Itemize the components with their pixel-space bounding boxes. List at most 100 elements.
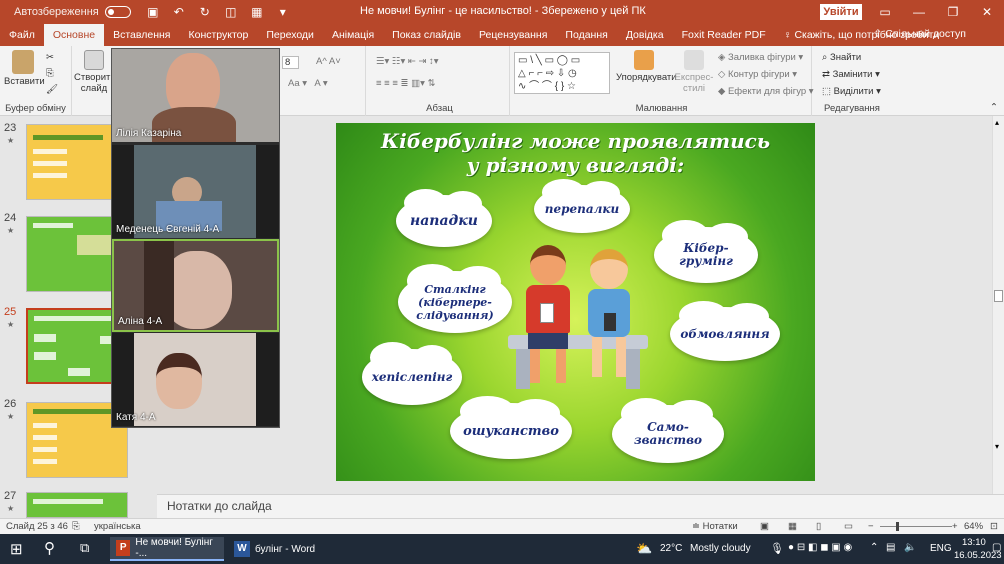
notifications-icon[interactable]: ▢	[992, 542, 1001, 553]
close-icon[interactable]: ✕	[970, 0, 1004, 24]
copy-icon[interactable]: ⎘	[46, 68, 54, 79]
share-button[interactable]: ⇪ Спільний доступ	[874, 28, 966, 40]
tab-animations[interactable]: Анімація	[323, 24, 383, 46]
reading-view-icon[interactable]: ▯	[816, 521, 821, 532]
normal-view-icon[interactable]: ▣	[760, 521, 769, 532]
transition-star-icon: ★	[7, 226, 15, 235]
zoom-slider[interactable]	[880, 526, 952, 527]
font-group: 8 A^ A˅ Aa ▾ A ▾	[280, 46, 366, 116]
slideshow-view-icon[interactable]: ▭	[844, 521, 853, 532]
notes-pane[interactable]: Нотатки до слайда	[157, 494, 1004, 518]
slide-sorter-icon[interactable]: ▦	[788, 521, 797, 532]
tab-design[interactable]: Конструктор	[179, 24, 257, 46]
autosave-toggle[interactable]	[104, 6, 131, 18]
tab-view[interactable]: Подання	[556, 24, 616, 46]
align-icon[interactable]: ≡ ≡ ≡ ≣ ▥▾ ⇅	[376, 78, 436, 89]
tab-foxit[interactable]: Foxit Reader PDF	[673, 24, 775, 46]
shape-fill-button[interactable]: ◈ Заливка фігури ▾	[718, 52, 803, 63]
paragraph-group-label: Абзац	[426, 103, 453, 114]
new-slide-button[interactable]: Створити слайд	[74, 50, 116, 94]
tab-insert[interactable]: Вставлення	[104, 24, 179, 46]
arrange-button[interactable]: Упорядкувати	[616, 50, 677, 83]
drawing-group-label: Малювання	[635, 103, 688, 114]
cloud-cybergrooming: Кібер- грумінг	[654, 220, 758, 283]
transition-star-icon: ★	[7, 412, 15, 421]
slide-counter: Слайд 25 з 46	[6, 521, 68, 532]
cut-icon[interactable]: ✂	[46, 52, 54, 63]
search-icon[interactable]: ⚲	[44, 539, 55, 557]
tab-review[interactable]: Рецензування	[470, 24, 556, 46]
windows-start-icon[interactable]: ⊞	[10, 540, 23, 558]
slide-thumbnail-27[interactable]	[26, 492, 128, 518]
tab-home[interactable]: Основне	[43, 24, 105, 46]
scroll-down-icon[interactable]: ▾	[995, 442, 999, 451]
task-view-icon[interactable]: ⧉	[80, 540, 89, 556]
zoom-in-icon[interactable]: +	[952, 521, 958, 532]
weather-icon[interactable]: ⛅	[636, 541, 652, 557]
participant-video-3[interactable]: Аліна 4-А	[112, 239, 279, 332]
tab-slideshow[interactable]: Показ слайдів	[383, 24, 470, 46]
cloud-impersonation: Само- званство	[612, 398, 724, 463]
collapse-ribbon-icon[interactable]: ⌃	[990, 102, 998, 113]
customize-qat-icon[interactable]: ▾	[275, 5, 291, 19]
scroll-up-icon[interactable]: ▴	[995, 118, 999, 127]
language-indicator[interactable]: українська	[94, 521, 141, 532]
save-icon[interactable]: ▣	[145, 5, 161, 19]
tray-chevron-icon[interactable]: ⌃	[870, 542, 878, 553]
shapes-gallery[interactable]: ▭ \ ╲ ▭ ◯ ▭ △ ⌐ ⌐ ⇨ ⇩ ◷ ∿ ⌒ ⌒ { } ☆	[514, 52, 610, 94]
paste-icon	[12, 50, 34, 74]
editing-group: ⌕ Знайти ⇄ Замінити ▾ ⬚ Виділити ▾ Редаг…	[814, 46, 890, 116]
taskbar-word[interactable]: W булінг - Word	[228, 537, 328, 561]
scroll-thumb[interactable]	[994, 290, 1003, 302]
quick-styles-button[interactable]: Експрес-стилі	[674, 50, 714, 94]
bullets-icon[interactable]: ☰▾ ☷▾ ⇤ ⇥ ↕▾	[376, 56, 439, 67]
paste-button[interactable]: Вставити	[4, 50, 45, 87]
font-size-select[interactable]: 8	[282, 56, 300, 69]
tab-help[interactable]: Довідка	[617, 24, 673, 46]
zoom-level[interactable]: 64%	[964, 521, 983, 532]
tab-transitions[interactable]: Переходи	[257, 24, 323, 46]
notes-toggle[interactable]: ≐ Нотатки	[692, 521, 738, 532]
participant-video-2[interactable]: Меденець Євгеній 4-А	[112, 145, 279, 238]
restore-icon[interactable]: ❐	[936, 0, 970, 24]
tray-app-icons[interactable]: ● ⊟ ◧ ◼ ▣ ◉	[788, 542, 852, 553]
fit-slide-icon[interactable]: ⊡	[990, 521, 998, 532]
slide-scrollbar[interactable]: ▴ ▾	[992, 116, 1004, 494]
present-icon[interactable]: ▦	[249, 5, 265, 19]
grow-font-icon[interactable]: A^ A˅	[316, 56, 341, 67]
find-button[interactable]: ⌕ Знайти	[822, 52, 861, 63]
tab-file[interactable]: Файл	[0, 24, 44, 46]
slideshow-icon[interactable]: ◫	[223, 5, 239, 19]
autosave-label: Автозбереження	[14, 6, 99, 18]
shape-effects-button[interactable]: ◆ Ефекти для фігур ▾	[718, 86, 814, 97]
replace-button[interactable]: ⇄ Замінити ▾	[822, 69, 880, 80]
undo-icon[interactable]: ↶	[171, 5, 187, 19]
weather-description[interactable]: Mostly cloudy	[690, 543, 751, 554]
title-bar: Автозбереження ▣ ↶ ↻ ◫ ▦ ▾ Не мовчи! Бул…	[0, 0, 1004, 24]
clock-time[interactable]: 13:10	[962, 537, 986, 548]
network-icon[interactable]: ▤	[886, 542, 895, 553]
redo-icon[interactable]: ↻	[197, 5, 213, 19]
zoom-slider-thumb[interactable]	[896, 522, 899, 531]
minimize-icon[interactable]: —	[902, 0, 936, 24]
shape-outline-button[interactable]: ◇ Контур фігури ▾	[718, 69, 797, 80]
windows-taskbar: ⊞ ⚲ ⧉ P Не мовчи! Булінг -... W булінг -…	[0, 534, 1004, 564]
format-painter-icon[interactable]: 🖌	[46, 84, 58, 95]
participant-video-1[interactable]: Лілія Казаріна	[112, 49, 279, 142]
participant-video-4[interactable]: Катя 4-А	[112, 333, 279, 426]
ribbon-tabs: Файл Основне Вставлення Конструктор Пере…	[0, 24, 1004, 46]
volume-icon[interactable]: 🔈	[904, 542, 916, 553]
select-button[interactable]: ⬚ Виділити ▾	[822, 86, 881, 97]
zoom-out-icon[interactable]: −	[868, 521, 874, 532]
temperature[interactable]: 22°C	[660, 543, 682, 554]
signin-button[interactable]: Увійти	[820, 4, 862, 20]
input-language[interactable]: ENG	[930, 543, 952, 554]
font-color-icon[interactable]: Aa ▾ A ▾	[288, 78, 328, 89]
ribbon-display-icon[interactable]: ▭	[868, 0, 902, 24]
microphone-icon[interactable]: 🎙	[770, 542, 784, 555]
taskbar-powerpoint[interactable]: P Не мовчи! Булінг -...	[110, 537, 224, 561]
lightbulb-icon: ♀	[783, 29, 795, 41]
cloud-happy-slapping: хепіслепінг	[362, 342, 462, 405]
spellcheck-icon[interactable]: ⎘	[72, 521, 80, 532]
current-slide[interactable]: Кібербулінг може проявлятись у різному в…	[336, 123, 815, 481]
